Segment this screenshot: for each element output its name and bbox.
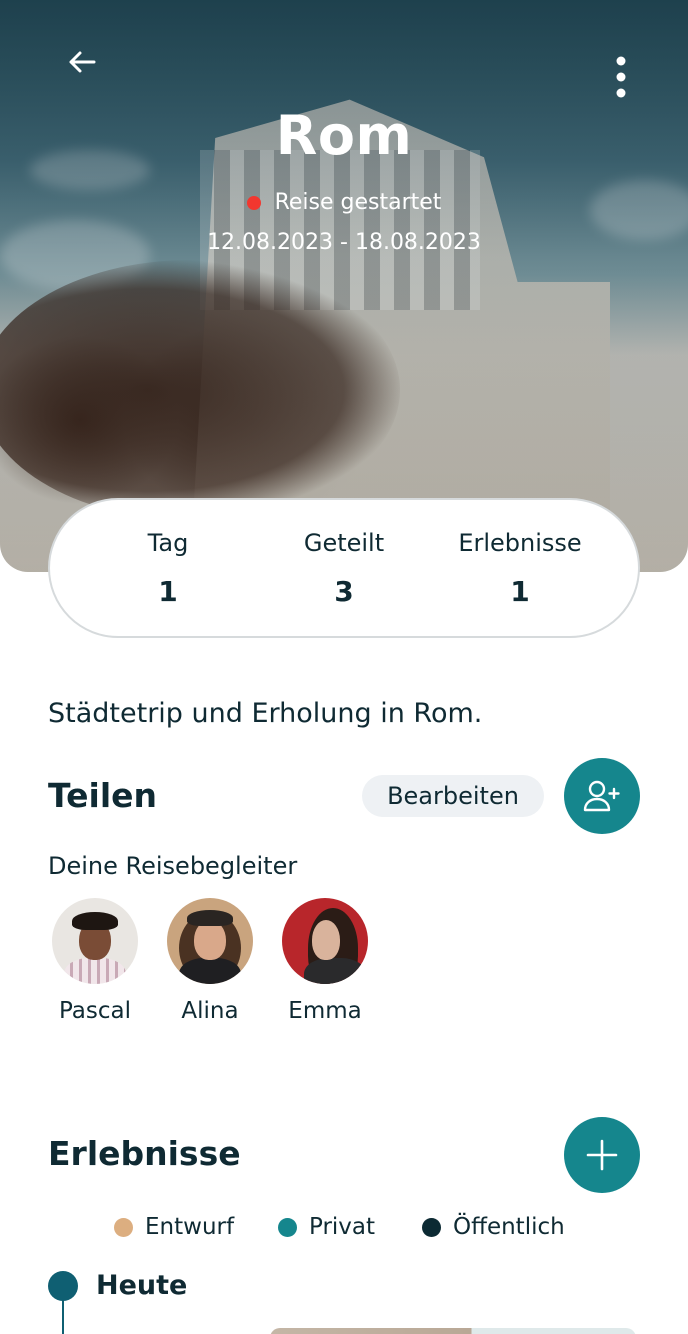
legend-label: Privat [309,1214,376,1240]
avatar [167,898,253,984]
hero-image [0,0,688,572]
private-dot-icon [278,1217,297,1237]
companions-label: Deine Reisebegleiter [48,852,298,880]
legend-draft: Entwurf [114,1214,234,1240]
companion-name: Alina [181,998,239,1024]
trip-title: Rom [275,104,413,167]
companion-alina[interactable]: Alina [165,898,255,1024]
add-experience-button[interactable] [564,1117,640,1193]
trip-dates: 12.08.2023 - 18.08.2023 [207,230,481,255]
user-plus-icon [583,780,620,812]
draft-dot-icon [114,1217,133,1237]
stat-experiences: Erlebnisse 1 [435,529,605,608]
stat-label: Geteilt [303,528,385,557]
add-companion-button[interactable] [564,758,640,834]
share-section-title: Teilen [48,776,158,815]
more-options-button[interactable] [604,52,638,102]
stat-day: Tag 1 [83,529,253,608]
back-button[interactable] [62,44,102,80]
timeline-line [62,1300,64,1334]
arrow-left-icon [69,51,96,73]
companion-emma[interactable]: Emma [280,898,370,1024]
timeline-node-icon [48,1271,78,1301]
edit-button[interactable]: Bearbeiten [362,775,544,817]
public-dot-icon [422,1217,441,1237]
companion-name: Pascal [58,998,132,1024]
stat-label: Erlebnisse [458,528,582,557]
companion-pascal[interactable]: Pascal [50,898,140,1024]
status-dot-icon [246,195,261,210]
more-vertical-icon [616,56,626,98]
hero-overlay [0,0,688,572]
plus-icon [586,1139,618,1171]
trip-status: Reise gestartet [0,190,688,215]
trip-stats-card: Tag 1 Geteilt 3 Erlebnisse 1 [48,498,640,638]
experiences-section-title: Erlebnisse [48,1134,241,1173]
legend-label: Entwurf [145,1214,235,1240]
trip-status-label: Reise gestartet [274,190,442,215]
avatar [282,898,368,984]
legend-private: Privat [278,1214,375,1240]
trip-description: Städtetrip und Erholung in Rom. [48,698,483,729]
avatar [52,898,138,984]
legend-public: Öffentlich [422,1214,565,1240]
legend-label: Öffentlich [453,1214,565,1240]
stat-value: 1 [510,574,530,608]
companion-name: Emma [288,998,362,1024]
stat-shared: Geteilt 3 [259,529,429,608]
stat-label: Tag [147,528,189,557]
experience-card[interactable] [270,1328,636,1334]
stat-value: 1 [158,574,178,608]
timeline-day-label: Heute [96,1270,188,1301]
stat-value: 3 [334,574,354,608]
